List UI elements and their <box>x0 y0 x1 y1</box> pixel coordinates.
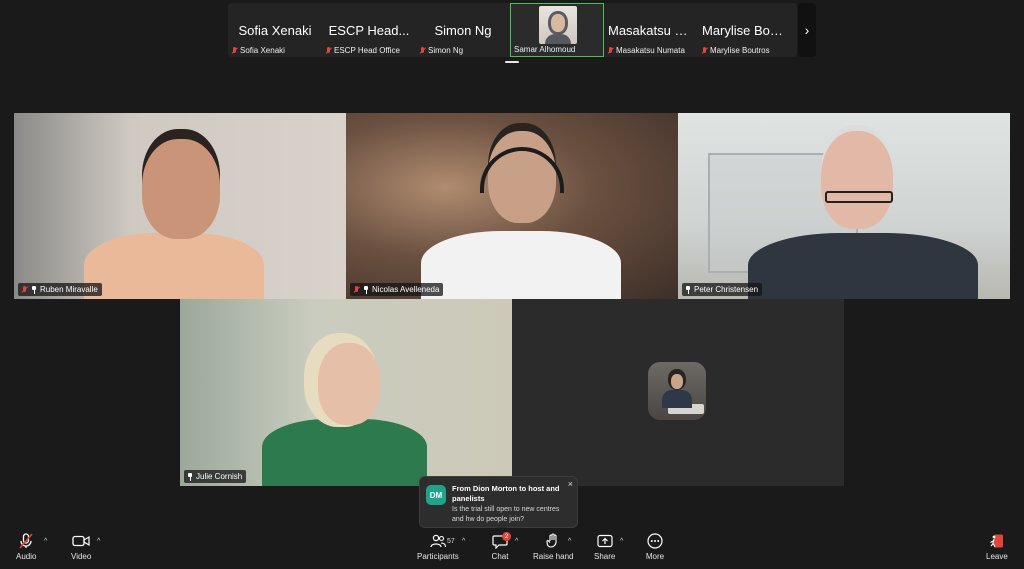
strip-name-label: Marylise Boutros <box>701 46 770 55</box>
chat-options-caret[interactable]: ^ <box>515 538 518 545</box>
participant-name: Marylise Boutros <box>710 46 770 55</box>
participant-name: Peter Christensen <box>694 285 759 294</box>
participants-label: Participants <box>417 552 459 561</box>
participant-name: Masakatsu Numata <box>616 46 685 55</box>
participants-count: 57 <box>447 538 455 545</box>
mic-muted-icon <box>701 46 708 55</box>
more-label: More <box>645 552 665 561</box>
participant-name-label: Ruben Miravalle <box>18 283 102 296</box>
reactions-options-caret[interactable]: ^ <box>568 538 571 545</box>
share-screen-icon <box>595 533 615 549</box>
participants-icon <box>428 533 448 549</box>
mic-muted-icon <box>231 46 238 55</box>
strip-display-name: ESCP Head... <box>328 23 410 38</box>
pin-icon <box>685 285 691 294</box>
participant-name-label: Nicolas Avelleneda <box>350 283 444 296</box>
strip-tile-masakatsu-numata[interactable]: Masakatsu N... Masakatsu Numata <box>604 3 698 57</box>
raise-hand-icon <box>543 533 563 549</box>
close-icon[interactable]: × <box>568 479 573 489</box>
strip-name-label: Masakatsu Numata <box>607 46 685 55</box>
chat-label: Chat <box>491 552 509 561</box>
raise-hand-label: Raise hand <box>533 552 574 561</box>
audio-options-caret[interactable]: ^ <box>44 538 47 545</box>
strip-tile-simon-ng[interactable]: Simon Ng Simon Ng <box>416 3 510 57</box>
participant-name: Ruben Miravalle <box>40 285 98 294</box>
pin-icon <box>363 285 369 294</box>
more-options-icon <box>645 533 665 549</box>
mic-muted-icon <box>607 46 614 55</box>
strip-tile-samar-alhomoud[interactable]: Samar Alhomoud <box>510 3 604 57</box>
participant-name: Simon Ng <box>428 46 464 55</box>
leave-label: Leave <box>986 552 1008 561</box>
sender-avatar: DM <box>426 485 446 505</box>
mic-muted-icon <box>21 285 28 294</box>
strip-name-label: ESCP Head Office <box>325 46 400 55</box>
video-tile-julie-cornish[interactable]: Julie Cornish <box>180 299 512 486</box>
mic-muted-icon <box>325 46 332 55</box>
strip-display-name: Marylise Bout... <box>702 23 792 38</box>
video-tile-camera-off[interactable] <box>512 299 844 486</box>
leave-door-icon <box>987 533 1007 549</box>
audio-label: Audio <box>16 552 37 561</box>
video-button[interactable]: Video <box>71 533 91 561</box>
participant-name: Samar Alhomoud <box>514 45 576 54</box>
share-label: Share <box>594 552 616 561</box>
video-tile-ruben-miravalle[interactable]: Ruben Miravalle <box>14 113 346 299</box>
share-options-caret[interactable]: ^ <box>620 538 623 545</box>
strip-tile-sofia-xenaki[interactable]: Sofia Xenaki Sofia Xenaki <box>228 3 322 57</box>
participant-name-label: Peter Christensen <box>682 283 763 296</box>
video-label: Video <box>71 552 92 561</box>
notification-message: Is the trial still open to new centres a… <box>452 506 560 523</box>
share-button[interactable]: Share <box>594 533 615 561</box>
strip-name-label: Samar Alhomoud <box>514 45 575 54</box>
strip-name-label: Sofia Xenaki <box>231 46 285 55</box>
strip-display-name: Masakatsu N... <box>608 23 695 38</box>
gallery-strip: Sofia Xenaki Sofia Xenaki ESCP Head... E… <box>228 3 797 57</box>
unread-chat-badge: 2 <box>502 532 511 541</box>
video-tile-nicolas-avelleneda[interactable]: Nicolas Avelleneda <box>346 113 678 299</box>
video-tile-peter-christensen[interactable]: Peter Christensen <box>678 113 1010 299</box>
video-options-caret[interactable]: ^ <box>97 538 100 545</box>
video-camera-icon <box>71 533 91 549</box>
participant-avatar <box>648 362 706 420</box>
more-button[interactable]: More <box>645 533 665 561</box>
meeting-toolbar <box>0 528 1024 569</box>
strip-tile-marylise-boutros[interactable]: Marylise Bout... Marylise Boutros <box>698 3 792 57</box>
strip-display-name: Sofia Xenaki <box>238 23 312 38</box>
chat-notification[interactable]: DM From Dion Morton to host and panelist… <box>419 476 578 534</box>
leave-button[interactable]: Leave <box>986 533 1008 561</box>
strip-name-label: Simon Ng <box>419 46 463 55</box>
audio-button[interactable]: Audio <box>16 533 36 561</box>
strip-display-name: Simon Ng <box>434 23 492 38</box>
participant-video-thumbnail <box>539 6 577 44</box>
mic-muted-icon <box>16 533 36 549</box>
participants-options-caret[interactable]: ^ <box>462 538 465 545</box>
mic-muted-icon <box>353 285 360 294</box>
pin-icon <box>31 285 37 294</box>
pin-icon <box>187 472 193 481</box>
page-indicator <box>505 61 519 63</box>
participant-name: Julie Cornish <box>196 472 243 481</box>
strip-tile-escp-head-office[interactable]: ESCP Head... ESCP Head Office <box>322 3 416 57</box>
participant-name: Nicolas Avelleneda <box>372 285 440 294</box>
chevron-right-icon[interactable]: › <box>798 3 816 57</box>
notification-title: From Dion Morton to host and panelists <box>452 484 560 503</box>
mic-muted-icon <box>419 46 426 55</box>
participant-name-label: Julie Cornish <box>184 470 247 483</box>
participant-name: ESCP Head Office <box>334 46 400 55</box>
participant-name: Sofia Xenaki <box>240 46 285 55</box>
